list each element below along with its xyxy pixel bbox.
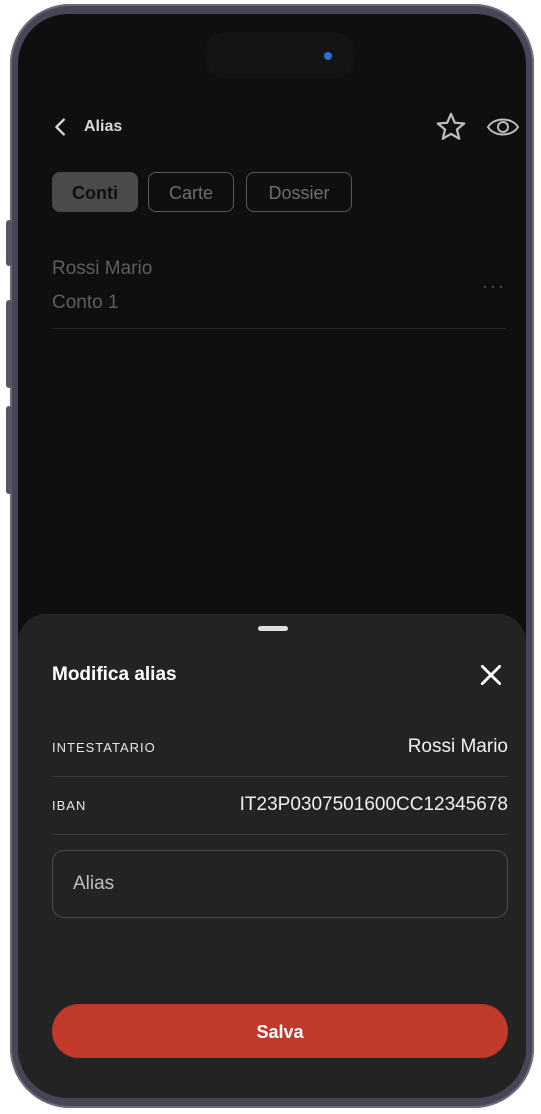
chevron-left-icon[interactable] [50,116,72,138]
more-horizontal-icon[interactable]: ··· [482,276,506,297]
account-list-item[interactable]: Rossi Mario Conto 1 ··· [52,254,506,329]
save-button[interactable]: Salva [52,1004,508,1058]
eye-icon[interactable] [486,114,520,140]
phone-side-button [6,220,12,266]
tab-dossier[interactable]: Dossier [246,172,352,212]
account-name: Conto 1 [52,292,119,313]
star-icon[interactable] [434,110,468,144]
tab-conti[interactable]: Conti [52,172,138,212]
holder-value: Rossi Mario [407,736,508,757]
edit-alias-bottom-sheet: Modifica alias INTESTATARIO Rossi Mario … [18,614,526,1098]
iban-value: IT23P0307501600CC12345678 [239,794,508,815]
page-title: Alias [84,118,123,135]
sheet-title: Modifica alias [52,664,177,685]
tab-carte[interactable]: Carte [148,172,234,212]
close-icon[interactable] [478,662,504,688]
holder-row: INTESTATARIO Rossi Mario [52,720,508,777]
holder-label: INTESTATARIO [52,740,156,755]
alias-input[interactable] [52,850,508,918]
sheet-drag-handle[interactable] [258,626,288,631]
phone-side-button [6,406,12,494]
top-app-bar: Alias [18,102,526,152]
iban-row: IBAN IT23P0307501600CC12345678 [52,778,508,835]
phone-side-button [6,300,12,388]
account-holder: Rossi Mario [52,258,153,279]
dynamic-island [205,32,355,78]
screen: Alias Conti Carte Dossier Rossi Mario Co… [18,14,526,1098]
camera-dot [324,52,332,60]
iban-label: IBAN [52,798,87,813]
